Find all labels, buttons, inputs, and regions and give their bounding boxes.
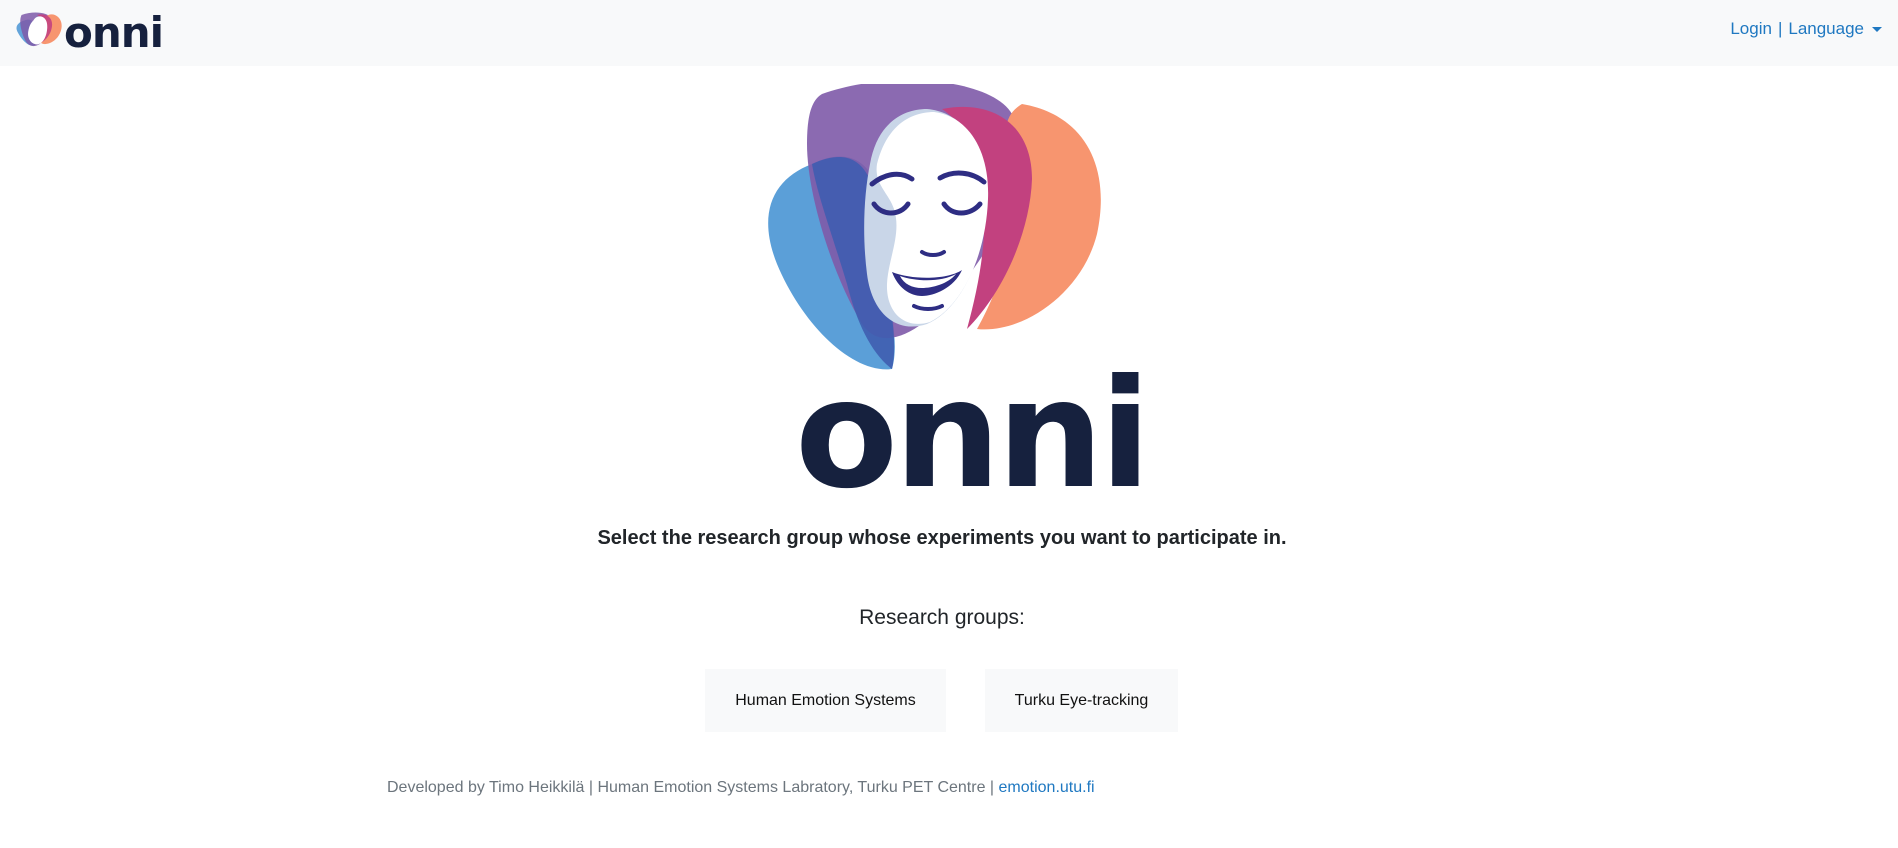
hero-wordmark: onni [795,348,1151,522]
footer: Developed by Timo Heikkilä | Human Emoti… [387,779,1095,797]
research-groups-heading: Research groups: [859,606,1025,629]
brand-wordmark: onni [64,8,164,57]
footer-link[interactable]: emotion.utu.fi [999,779,1095,796]
group-button-turku-eye-tracking[interactable]: Turku Eye-tracking [985,669,1178,732]
page-prompt: Select the research group whose experime… [597,527,1287,549]
top-navbar: onni Login | Language [0,0,1898,66]
brand-home-link[interactable]: onni [16,8,164,58]
onni-face-logo-icon [16,12,62,47]
group-button-human-emotion-systems[interactable]: Human Emotion Systems [705,669,946,732]
language-dropdown[interactable]: Language [1788,19,1882,39]
nav-right: Login | Language [1730,19,1882,39]
footer-text: Developed by Timo Heikkilä | Human Emoti… [387,779,995,796]
language-label: Language [1788,19,1864,38]
onni-face-hero-icon [768,84,1101,370]
nav-separator: | [1777,19,1783,38]
caret-down-icon [1872,27,1882,33]
login-link[interactable]: Login [1730,19,1772,39]
